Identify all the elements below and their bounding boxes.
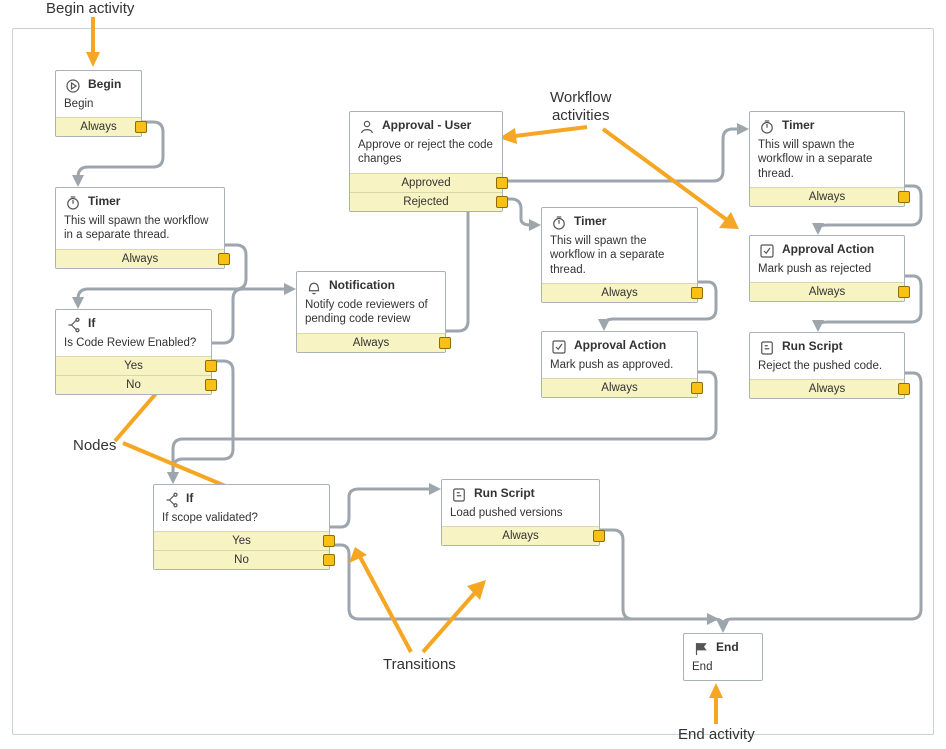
outcome-yes[interactable]: Yes [56,356,211,375]
node-approval-action-rejected[interactable]: Approval Action Mark push as rejected Al… [749,235,905,302]
port-icon[interactable] [205,379,217,391]
node-desc: Begin [56,97,141,117]
node-if-code-review[interactable]: If Is Code Review Enabled? Yes No [55,309,212,395]
outcome-no[interactable]: No [154,550,329,569]
check-box-icon [758,242,776,260]
outcome[interactable]: Always [442,526,599,545]
node-desc: Reject the pushed code. [750,359,904,379]
port-icon[interactable] [439,337,451,349]
annotation-transitions: Transitions [383,656,456,673]
timer-icon [64,194,82,212]
node-title: Approval - User [382,118,471,132]
port-icon[interactable] [898,286,910,298]
node-title: Timer [88,194,120,208]
port-icon[interactable] [593,530,605,542]
outcome-no[interactable]: No [56,375,211,394]
outcome-rejected[interactable]: Rejected [350,192,502,211]
node-end[interactable]: End End [683,633,763,681]
node-title: Timer [782,118,814,132]
node-title: Approval Action [574,338,666,352]
check-box-icon [550,338,568,356]
port-icon[interactable] [898,191,910,203]
node-timer-1[interactable]: Timer This will spawn the workflow in a … [55,187,225,269]
node-title: Run Script [474,486,535,500]
outcome[interactable]: Always [297,333,445,352]
node-desc: If scope validated? [154,511,329,531]
node-approval-user[interactable]: Approval - User Approve or reject the co… [349,111,503,212]
branch-icon [64,316,82,334]
node-notification[interactable]: Notification Notify code reviewers of pe… [296,271,446,353]
outcome[interactable]: Always [56,117,141,136]
timer-icon [758,118,776,136]
annotation-workflow: Workflow activities [550,89,611,125]
node-title: End [716,640,739,654]
node-title: Approval Action [782,242,874,256]
node-desc: This will spawn the workflow in a separa… [56,214,224,249]
port-icon[interactable] [496,177,508,189]
port-icon[interactable] [691,382,703,394]
port-icon[interactable] [323,554,335,566]
outcome[interactable]: Always [750,187,904,206]
outcome[interactable]: Always [542,378,697,397]
node-begin[interactable]: Begin Begin Always [55,70,142,137]
node-timer-3[interactable]: Timer This will spawn the workflow in a … [541,207,698,303]
workflow-canvas: Begin Begin Always Timer This will spawn… [12,28,934,735]
port-icon[interactable] [205,360,217,372]
node-desc: Mark push as approved. [542,358,697,378]
node-desc: Approve or reject the code changes [350,138,502,173]
node-timer-2[interactable]: Timer This will spawn the workflow in a … [749,111,905,207]
node-title: Begin [88,77,121,91]
annotation-end: End activity [678,726,755,743]
annotation-nodes: Nodes [73,437,116,454]
node-runscript-reject[interactable]: Run Script Reject the pushed code. Alway… [749,332,905,399]
node-approval-action-approved[interactable]: Approval Action Mark push as approved. A… [541,331,698,398]
bell-icon [305,278,323,296]
node-desc: Load pushed versions [442,506,599,526]
node-title: Notification [329,278,395,292]
outcome-approved[interactable]: Approved [350,173,502,192]
outcome[interactable]: Always [750,282,904,301]
node-desc: Mark push as rejected [750,262,904,282]
branch-icon [162,491,180,509]
node-if-scope[interactable]: If If scope validated? Yes No [153,484,330,570]
node-title: Run Script [782,339,843,353]
node-title: If [88,316,95,330]
script-icon [758,339,776,357]
annotation-begin: Begin activity [46,0,134,17]
outcome-yes[interactable]: Yes [154,531,329,550]
node-desc: This will spawn the workflow in a separa… [542,234,697,283]
node-desc: This will spawn the workflow in a separa… [750,138,904,187]
script-icon [450,486,468,504]
node-desc: Is Code Review Enabled? [56,336,211,356]
node-runscript-load[interactable]: Run Script Load pushed versions Always [441,479,600,546]
timer-icon [550,214,568,232]
port-icon[interactable] [691,287,703,299]
outcome[interactable]: Always [750,379,904,398]
port-icon[interactable] [323,535,335,547]
port-icon[interactable] [496,196,508,208]
node-title: Timer [574,214,606,228]
play-circle-icon [64,77,82,95]
flag-icon [692,640,710,658]
outcome[interactable]: Always [56,249,224,268]
outcome[interactable]: Always [542,283,697,302]
port-icon[interactable] [898,383,910,395]
node-desc: End [684,660,762,680]
port-icon[interactable] [218,253,230,265]
user-icon [358,118,376,136]
node-title: If [186,491,193,505]
node-desc: Notify code reviewers of pending code re… [297,298,445,333]
port-icon[interactable] [135,121,147,133]
